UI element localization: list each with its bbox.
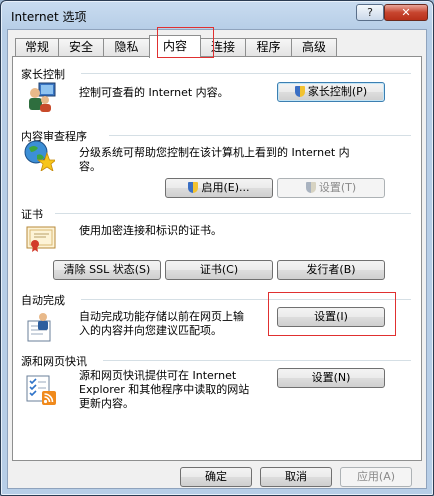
- internet-options-window: Internet 选项 ? ✕ 常规 安全 隐私 内容 连接 程序 高级 家长控…: [0, 0, 434, 496]
- tab-connections[interactable]: 连接: [200, 38, 246, 57]
- divider: [103, 360, 411, 361]
- content-tab-panel: 家长控制 控制可查看的 Internet 内容。 家长控制(P) 内容审查程序: [12, 56, 422, 461]
- clear-ssl-state-button[interactable]: 清除 SSL 状态(S): [53, 260, 161, 280]
- divider: [81, 73, 411, 74]
- certificates-description: 使用加密连接和标识的证书。: [79, 224, 222, 237]
- content-advisor-enable-label: 启用(E)...: [201, 181, 250, 194]
- autocomplete-description-line1: 自动完成功能存储以前在网页上输: [79, 310, 244, 323]
- uac-shield-icon: [305, 182, 316, 193]
- title-bar[interactable]: Internet 选项 ? ✕: [1, 1, 433, 29]
- content-advisor-description-line2: 容。: [79, 160, 101, 173]
- help-button[interactable]: ?: [356, 4, 384, 21]
- tab-security[interactable]: 安全: [58, 38, 104, 57]
- apply-button[interactable]: 应用(A): [340, 467, 412, 487]
- autocomplete-title: 自动完成: [21, 294, 65, 307]
- autocomplete-description-line2: 入的内容并向您建议匹配项。: [79, 324, 222, 337]
- divider: [55, 213, 411, 214]
- parental-controls-icon: [29, 82, 56, 112]
- ok-button[interactable]: 确定: [180, 467, 252, 487]
- parental-controls-button[interactable]: 家长控制(P): [277, 82, 385, 102]
- feeds-description-line3: 更新内容。: [79, 397, 134, 410]
- window-title: Internet 选项: [11, 10, 87, 24]
- uac-shield-icon: [294, 86, 305, 97]
- parental-controls-title: 家长控制: [21, 68, 65, 81]
- feeds-title: 源和网页快讯: [21, 355, 87, 368]
- tab-privacy[interactable]: 隐私: [103, 38, 150, 57]
- tab-content[interactable]: 内容: [149, 35, 201, 58]
- uac-shield-icon: [188, 182, 199, 193]
- tab-general[interactable]: 常规: [15, 38, 59, 57]
- feeds-description-line1: 源和网页快讯提供可在 Internet: [79, 369, 237, 382]
- divider: [81, 299, 411, 300]
- parental-controls-description: 控制可查看的 Internet 内容。: [79, 86, 229, 99]
- autocomplete-icon: [27, 313, 51, 342]
- content-advisor-enable-button[interactable]: 启用(E)...: [165, 178, 273, 198]
- tab-programs[interactable]: 程序: [245, 38, 292, 57]
- certificates-title: 证书: [21, 208, 43, 221]
- content-advisor-icon: [24, 140, 55, 171]
- divider: [109, 135, 411, 136]
- dialog-client: 常规 安全 隐私 内容 连接 程序 高级 家长控制 控制可查看的 Interne…: [7, 29, 427, 489]
- certificates-button[interactable]: 证书(C): [165, 260, 273, 280]
- autocomplete-settings-button[interactable]: 设置(I): [277, 307, 385, 327]
- tab-advanced[interactable]: 高级: [291, 38, 337, 57]
- feeds-settings-button[interactable]: 设置(N): [277, 368, 385, 388]
- feeds-description-line2: Explorer 和其他程序中读取的网站: [79, 383, 250, 396]
- content-advisor-settings-button[interactable]: 设置(T): [277, 178, 385, 198]
- feeds-icon: [26, 375, 56, 405]
- close-button[interactable]: ✕: [384, 4, 428, 21]
- content-advisor-description-line1: 分级系统可帮助您控制在该计算机上看到的 Internet 内: [79, 146, 350, 159]
- content-advisor-settings-label: 设置(T): [318, 181, 357, 194]
- parental-controls-button-label: 家长控制(P): [307, 85, 368, 98]
- certificate-icon: [26, 226, 56, 252]
- cancel-button[interactable]: 取消: [260, 467, 332, 487]
- publishers-button[interactable]: 发行者(B): [277, 260, 385, 280]
